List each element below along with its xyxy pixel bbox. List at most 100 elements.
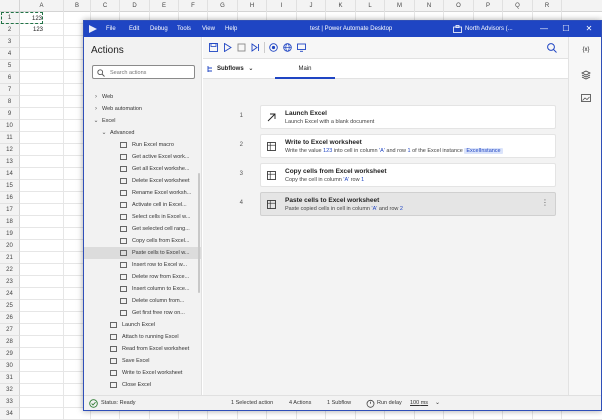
- row-header-12[interactable]: 12: [0, 144, 20, 156]
- row-header-14[interactable]: 14: [0, 168, 20, 180]
- row-header-3[interactable]: 3: [0, 36, 20, 48]
- action-item[interactable]: Insert row to Excel w...: [84, 259, 201, 271]
- row-header-6[interactable]: 6: [0, 72, 20, 84]
- column-header-c[interactable]: C: [91, 0, 120, 12]
- search-actions-box[interactable]: [92, 65, 195, 79]
- step-paste-cells[interactable]: Paste cells to Excel worksheet Paste cop…: [260, 192, 556, 216]
- actions-scrollbar[interactable]: [198, 173, 200, 293]
- column-header-o[interactable]: O: [444, 0, 474, 12]
- web-recorder-icon[interactable]: [283, 43, 292, 52]
- action-item[interactable]: Attach to running Excel: [84, 331, 201, 343]
- column-header-p[interactable]: P: [474, 0, 503, 12]
- row-header-17[interactable]: 17: [0, 204, 20, 216]
- column-header-a[interactable]: A: [20, 0, 64, 12]
- action-item[interactable]: Delete Excel worksheet: [84, 175, 201, 187]
- row-header-5[interactable]: 5: [0, 60, 20, 72]
- column-header-b[interactable]: B: [64, 0, 91, 12]
- desktop-recorder-icon[interactable]: [297, 43, 306, 52]
- close-button[interactable]: ✕: [581, 21, 597, 37]
- column-header-q[interactable]: Q: [503, 0, 533, 12]
- save-icon[interactable]: [209, 43, 218, 52]
- search-actions-input[interactable]: [110, 67, 192, 78]
- column-header-g[interactable]: G: [208, 0, 238, 12]
- row-header-33[interactable]: 33: [0, 396, 20, 408]
- run-icon[interactable]: [223, 43, 232, 52]
- action-item[interactable]: Read from Excel worksheet: [84, 343, 201, 355]
- row-header-15[interactable]: 15: [0, 180, 20, 192]
- row-header-23[interactable]: 23: [0, 276, 20, 288]
- row-header-21[interactable]: 21: [0, 252, 20, 264]
- action-item[interactable]: Get active Excel work...: [84, 151, 201, 163]
- row-header-9[interactable]: 9: [0, 108, 20, 120]
- group-web[interactable]: › Web: [84, 91, 201, 103]
- action-item[interactable]: Paste cells to Excel w...: [84, 247, 201, 259]
- cell-a1[interactable]: 123: [1, 12, 43, 24]
- action-item[interactable]: Delete column from...: [84, 295, 201, 307]
- row-header-19[interactable]: 19: [0, 228, 20, 240]
- menu-edit[interactable]: Edit: [129, 21, 139, 37]
- step-icon[interactable]: [251, 43, 260, 52]
- row-header-28[interactable]: 28: [0, 336, 20, 348]
- minimize-button[interactable]: —: [536, 21, 552, 37]
- action-item[interactable]: Close Excel: [84, 379, 201, 391]
- record-icon[interactable]: [269, 43, 278, 52]
- action-item[interactable]: Rename Excel worksh...: [84, 187, 201, 199]
- column-header-n[interactable]: N: [415, 0, 444, 12]
- column-header-k[interactable]: K: [326, 0, 356, 12]
- row-header-25[interactable]: 25: [0, 300, 20, 312]
- chevron-down-icon[interactable]: ⌄: [435, 396, 440, 411]
- action-item[interactable]: Select cells in Excel w...: [84, 211, 201, 223]
- action-item[interactable]: Copy cells from Excel...: [84, 235, 201, 247]
- action-item[interactable]: Insert column to Exce...: [84, 283, 201, 295]
- row-header-4[interactable]: 4: [0, 48, 20, 60]
- row-header-7[interactable]: 7: [0, 84, 20, 96]
- column-header-m[interactable]: M: [385, 0, 415, 12]
- row-header-22[interactable]: 22: [0, 264, 20, 276]
- menu-file[interactable]: File: [106, 21, 116, 37]
- maximize-button[interactable]: ☐: [558, 21, 574, 37]
- action-item[interactable]: Run Excel macro: [84, 139, 201, 151]
- step-copy-cells[interactable]: Copy cells from Excel worksheet Copy the…: [260, 163, 556, 187]
- row-header-13[interactable]: 13: [0, 156, 20, 168]
- menu-tools[interactable]: Tools: [177, 21, 191, 37]
- row-header-18[interactable]: 18: [0, 216, 20, 228]
- stop-icon[interactable]: [237, 43, 246, 52]
- action-item[interactable]: Delete row from Exce...: [84, 271, 201, 283]
- row-header-10[interactable]: 10: [0, 120, 20, 132]
- row-header-29[interactable]: 29: [0, 348, 20, 360]
- group-advanced[interactable]: ⌄ Advanced: [84, 127, 201, 139]
- action-item[interactable]: Activate cell in Excel...: [84, 199, 201, 211]
- more-options-icon[interactable]: ⋮: [541, 198, 549, 207]
- action-item[interactable]: Get selected cell rang...: [84, 223, 201, 235]
- run-delay-input[interactable]: 100 ms: [410, 396, 428, 411]
- action-item[interactable]: Save Excel: [84, 355, 201, 367]
- column-header-d[interactable]: D: [120, 0, 150, 12]
- menu-debug[interactable]: Debug: [150, 21, 168, 37]
- row-header-32[interactable]: 32: [0, 384, 20, 396]
- column-header-e[interactable]: E: [150, 0, 179, 12]
- row-header-26[interactable]: 26: [0, 312, 20, 324]
- column-header-i[interactable]: I: [267, 0, 297, 12]
- group-web-automation[interactable]: › Web automation: [84, 103, 201, 115]
- column-header-f[interactable]: F: [179, 0, 208, 12]
- row-header-31[interactable]: 31: [0, 372, 20, 384]
- select-all-corner[interactable]: [0, 0, 20, 12]
- action-item[interactable]: Launch Excel: [84, 319, 201, 331]
- account-name[interactable]: North Advisors (...: [465, 21, 513, 37]
- row-header-30[interactable]: 30: [0, 360, 20, 372]
- row-header-8[interactable]: 8: [0, 96, 20, 108]
- row-header-34[interactable]: 34: [0, 408, 20, 420]
- row-header-20[interactable]: 20: [0, 240, 20, 252]
- row-header-27[interactable]: 27: [0, 324, 20, 336]
- images-icon[interactable]: [581, 93, 591, 103]
- menu-help[interactable]: Help: [225, 21, 237, 37]
- column-header-h[interactable]: H: [238, 0, 267, 12]
- action-item[interactable]: Write to Excel worksheet: [84, 367, 201, 379]
- subflows-dropdown[interactable]: Subflows ⌄: [217, 59, 253, 79]
- variables-icon[interactable]: {x}: [579, 47, 593, 57]
- group-excel[interactable]: ⌄ Excel: [84, 115, 201, 127]
- menu-view[interactable]: View: [202, 21, 215, 37]
- search-flow-icon[interactable]: [545, 41, 559, 55]
- row-header-16[interactable]: 16: [0, 192, 20, 204]
- step-write-excel[interactable]: Write to Excel worksheet Write the value…: [260, 134, 556, 158]
